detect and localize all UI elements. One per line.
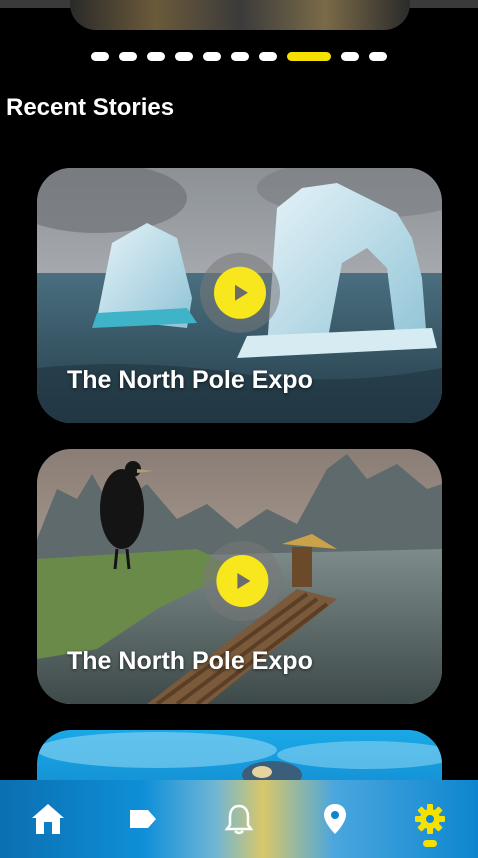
play-button-inner <box>215 554 268 607</box>
nav-notifications[interactable] <box>209 789 269 849</box>
featured-carousel-slide[interactable] <box>70 0 410 30</box>
nav-home[interactable] <box>18 789 78 849</box>
play-button-inner <box>213 266 266 319</box>
carousel-dot[interactable] <box>119 52 137 61</box>
carousel-dot[interactable] <box>147 52 165 61</box>
play-icon <box>236 572 250 589</box>
play-button[interactable] <box>199 252 280 333</box>
carousel-dot[interactable] <box>175 52 193 61</box>
carousel-dot[interactable] <box>259 52 277 61</box>
carousel-dot-active[interactable] <box>287 52 331 61</box>
nav-settings[interactable] <box>400 789 460 849</box>
play-button[interactable] <box>201 540 282 621</box>
carousel-dot[interactable] <box>203 52 221 61</box>
story-card[interactable]: The North Pole Expo <box>37 168 442 423</box>
story-card[interactable]: The North Pole Expo <box>37 449 442 704</box>
nav-tags[interactable] <box>113 789 173 849</box>
story-title: The North Pole Expo <box>67 366 313 394</box>
story-title: The North Pole Expo <box>67 647 313 675</box>
home-icon <box>31 804 64 834</box>
section-title: Recent Stories <box>6 94 175 121</box>
carousel-dot[interactable] <box>369 52 387 61</box>
tag-icon <box>130 810 157 828</box>
play-icon <box>234 284 248 301</box>
carousel-dot[interactable] <box>91 52 109 61</box>
active-tab-indicator <box>423 840 438 847</box>
nav-location[interactable] <box>305 789 365 849</box>
bell-icon <box>224 804 254 835</box>
location-pin-icon <box>323 804 346 834</box>
gear-icon <box>415 804 446 834</box>
bottom-navigation <box>0 780 478 858</box>
carousel-dot[interactable] <box>341 52 359 61</box>
carousel-dot[interactable] <box>231 52 249 61</box>
carousel-pagination <box>0 52 478 62</box>
